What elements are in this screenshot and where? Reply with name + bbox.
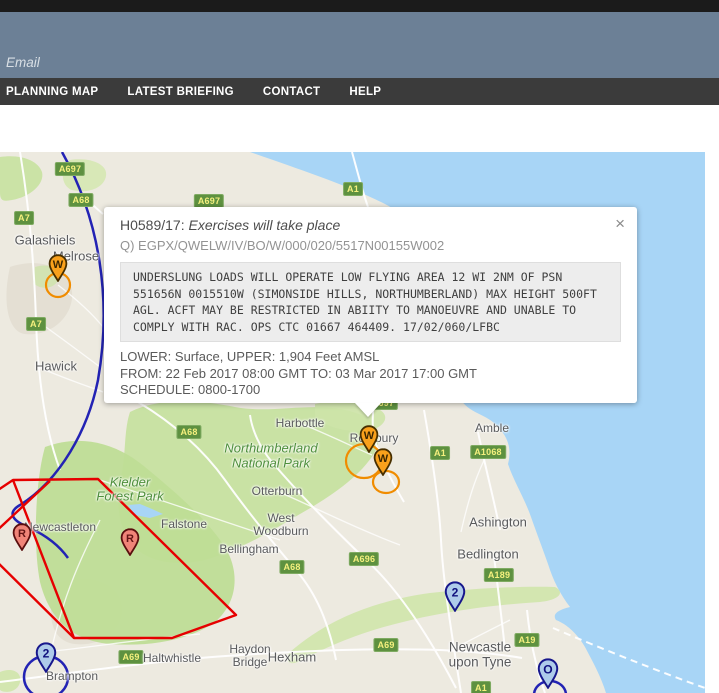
close-icon[interactable]: ×: [615, 217, 625, 231]
notam-title: H0589/17: Exercises will take place: [120, 217, 621, 234]
svg-text:W: W: [378, 453, 389, 465]
main-nav: PLANNING MAP LATEST BRIEFING CONTACT HELP: [0, 78, 719, 105]
svg-text:R: R: [18, 528, 26, 540]
count-marker[interactable]: 2: [444, 581, 466, 617]
nav-item-planning-map[interactable]: PLANNING MAP: [6, 86, 98, 98]
map-label-forest-park: Forest Park: [96, 489, 163, 504]
road-badge-a697: A697: [55, 162, 85, 176]
road-badge-a68: A68: [176, 425, 201, 439]
top-black-bar: [0, 0, 719, 12]
map-label-west: West: [267, 511, 294, 525]
notam-schedule: SCHEDULE: 0800-1700: [120, 382, 621, 399]
road-badge-a68: A68: [279, 560, 304, 574]
svg-text:O: O: [543, 662, 552, 676]
restricted-marker[interactable]: R: [120, 528, 140, 561]
nav-item-contact[interactable]: CONTACT: [263, 86, 320, 98]
count-pin-icon: 2: [444, 581, 466, 612]
notam-title-text: Exercises will take place: [189, 217, 341, 233]
map-label-newcastleton: Newcastleton: [24, 520, 96, 534]
restricted-pin-icon: R: [120, 528, 140, 556]
road-badge-a69: A69: [118, 650, 143, 664]
svg-text:R: R: [126, 533, 134, 545]
svg-text:2: 2: [452, 585, 459, 599]
road-badge-a697: A697: [194, 194, 224, 208]
map-label-falstone: Falstone: [161, 517, 207, 531]
svg-text:W: W: [364, 430, 375, 442]
road-badge-a7: A7: [14, 211, 34, 225]
count-pin-icon: 2: [35, 642, 57, 673]
popup-pointer: [355, 403, 381, 417]
restricted-pin-icon: R: [12, 523, 32, 551]
forest-ridge-south: [287, 587, 560, 663]
map-label-hexham: Hexham: [268, 650, 316, 665]
count-marker[interactable]: 2: [35, 642, 57, 678]
notam-altitude-limits: LOWER: Surface, UPPER: 1,904 Feet AMSL: [120, 349, 621, 366]
road-badge-a1068: A1068: [470, 445, 506, 459]
warning-pin-icon: W: [48, 254, 68, 282]
notam-planning-page: { "header": { "email_label": "Email" }, …: [0, 0, 719, 693]
notam-popup: H0589/17: Exercises will take place Q) E…: [104, 207, 637, 403]
map-label-amble: Amble: [475, 421, 509, 435]
map-label-kielder: Kielder: [110, 475, 150, 490]
header-bar: Email: [0, 12, 719, 78]
road-badge-a1: A1: [471, 681, 491, 693]
map-label-national-park: National Park: [232, 456, 310, 471]
road-badge-a1: A1: [343, 182, 363, 196]
obstacle-pin-icon: O: [537, 658, 559, 689]
road-badge-a68: A68: [68, 193, 93, 207]
notam-id: H0589/17:: [120, 217, 185, 233]
restricted-marker[interactable]: R: [12, 523, 32, 556]
road-badge-a19: A19: [514, 633, 539, 647]
svg-text:W: W: [53, 259, 64, 271]
map-label-upon-tyne: upon Tyne: [449, 655, 512, 670]
map-label-otterburn: Otterburn: [252, 484, 303, 498]
nav-item-latest-briefing[interactable]: LATEST BRIEFING: [127, 86, 234, 98]
road-badge-a189: A189: [484, 568, 514, 582]
obstacle-marker[interactable]: O: [537, 658, 559, 693]
warning-marker[interactable]: W: [373, 448, 393, 481]
map-label-bellingham: Bellingham: [219, 542, 278, 556]
road-badge-a7: A7: [26, 317, 46, 331]
map-label-woodburn: Woodburn: [253, 524, 308, 538]
map-label-haydon: Haydon: [229, 642, 270, 656]
road-badge-a696: A696: [349, 552, 379, 566]
notam-body-text: UNDERSLUNG LOADS WILL OPERATE LOW FLYING…: [120, 262, 621, 342]
email-label: Email: [6, 55, 40, 70]
map-label-hawick: Hawick: [35, 359, 77, 374]
road-badge-a1: A1: [430, 446, 450, 460]
svg-text:2: 2: [43, 646, 50, 660]
map-label-newcastle: Newcastle: [449, 640, 511, 655]
map-label-harbottle: Harbottle: [276, 416, 325, 430]
warning-marker[interactable]: W: [48, 254, 68, 287]
map-label-haltwhistle: Haltwhistle: [143, 651, 201, 665]
map-label-northumberland: Northumberland: [224, 441, 317, 456]
map-label-galashiels: Galashiels: [15, 233, 76, 248]
notam-meta: LOWER: Surface, UPPER: 1,904 Feet AMSL F…: [120, 349, 621, 399]
map-label-bridge: Bridge: [233, 655, 268, 669]
map-label-bedlington: Bedlington: [457, 547, 518, 562]
warning-pin-icon: W: [373, 448, 393, 476]
map-label-ashington: Ashington: [469, 515, 527, 530]
notam-q-line: Q) EGPX/QWELW/IV/BO/W/000/020/5517N00155…: [120, 238, 621, 254]
notam-validity: FROM: 22 Feb 2017 08:00 GMT TO: 03 Mar 2…: [120, 366, 621, 383]
road-badge-a69: A69: [373, 638, 398, 652]
nav-item-help[interactable]: HELP: [349, 86, 381, 98]
